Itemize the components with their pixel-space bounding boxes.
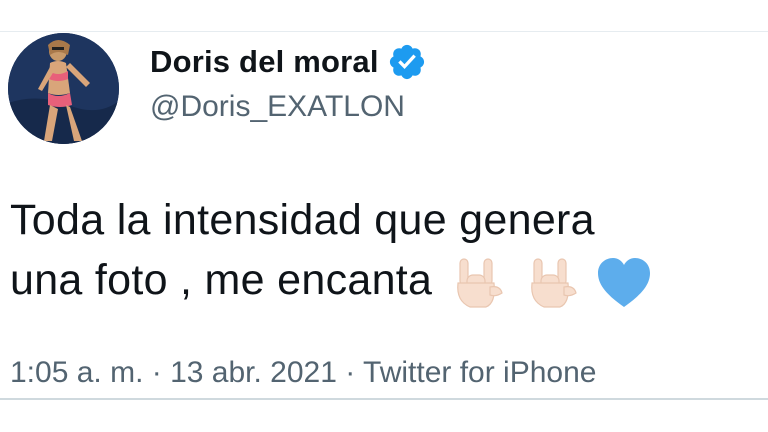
tweet-header: Doris del moral @Doris_EXATLON <box>150 40 427 124</box>
sign-of-horns-icon <box>520 253 580 313</box>
blue-heart-icon <box>594 253 654 313</box>
profile-photo-icon <box>8 33 119 144</box>
bottom-divider <box>0 398 768 400</box>
meta-separator: · <box>143 356 171 389</box>
name-row: Doris del moral <box>150 40 427 84</box>
tweet-metadata: 1:05 a. m. · 13 abr. 2021 · Twitter for … <box>10 356 596 390</box>
tweet-text-line-1: Toda la intensidad que genera <box>10 196 595 244</box>
tweet-text: Toda la intensidad que genera una foto ,… <box>10 190 768 313</box>
emoji-group <box>446 253 668 313</box>
tweet-card: Doris del moral @Doris_EXATLON Toda la i… <box>0 0 768 432</box>
sign-of-horns-icon <box>446 253 506 313</box>
display-name[interactable]: Doris del moral <box>150 44 379 80</box>
source-app-link[interactable]: Twitter for iPhone <box>363 356 596 389</box>
top-divider <box>0 31 768 32</box>
tweet-text-line-2-row: una foto , me encanta <box>10 250 768 313</box>
tweet-time[interactable]: 1:05 a. m. <box>10 356 143 389</box>
tweet-date[interactable]: 13 abr. 2021 <box>170 356 337 389</box>
tweet-text-line-2: una foto , me encanta <box>10 256 433 304</box>
avatar[interactable] <box>8 33 119 144</box>
verified-badge-icon <box>387 42 427 82</box>
user-handle[interactable]: @Doris_EXATLON <box>150 90 427 124</box>
meta-separator: · <box>336 356 364 389</box>
